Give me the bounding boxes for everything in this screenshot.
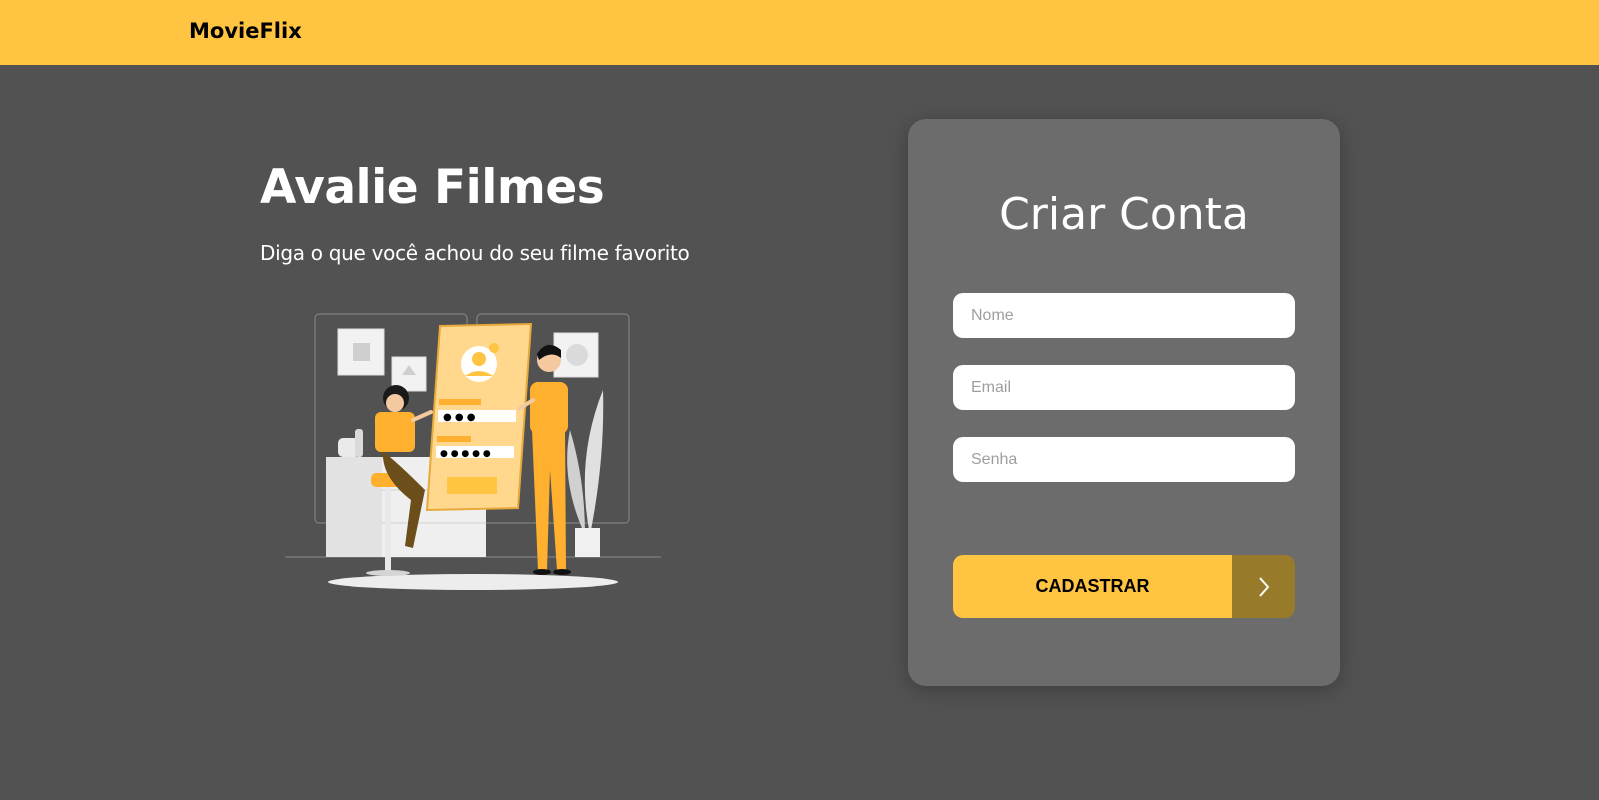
submit-button[interactable]: CADASTRAR — [953, 555, 1295, 618]
card-title: Criar Conta — [999, 189, 1249, 240]
hero-title: Avalie Filmes — [260, 160, 605, 215]
brand-logo[interactable]: MovieFlix — [189, 19, 302, 43]
signup-illustration: ● ● ● ● ● ● ● ● — [285, 310, 661, 595]
signup-card: Criar Conta CADASTRAR — [908, 119, 1340, 686]
navbar: MovieFlix — [0, 0, 1599, 65]
submit-button-label[interactable]: CADASTRAR — [953, 555, 1232, 618]
email-input[interactable] — [953, 365, 1295, 410]
password-input[interactable] — [953, 437, 1295, 482]
chevron-right-icon[interactable] — [1232, 555, 1295, 618]
name-input[interactable] — [953, 293, 1295, 338]
svg-text:● ● ●: ● ● ● — [443, 412, 476, 423]
hero-subtitle: Diga o que você achou do seu filme favor… — [260, 241, 690, 265]
svg-text:● ● ● ● ●: ● ● ● ● ● — [440, 449, 491, 459]
